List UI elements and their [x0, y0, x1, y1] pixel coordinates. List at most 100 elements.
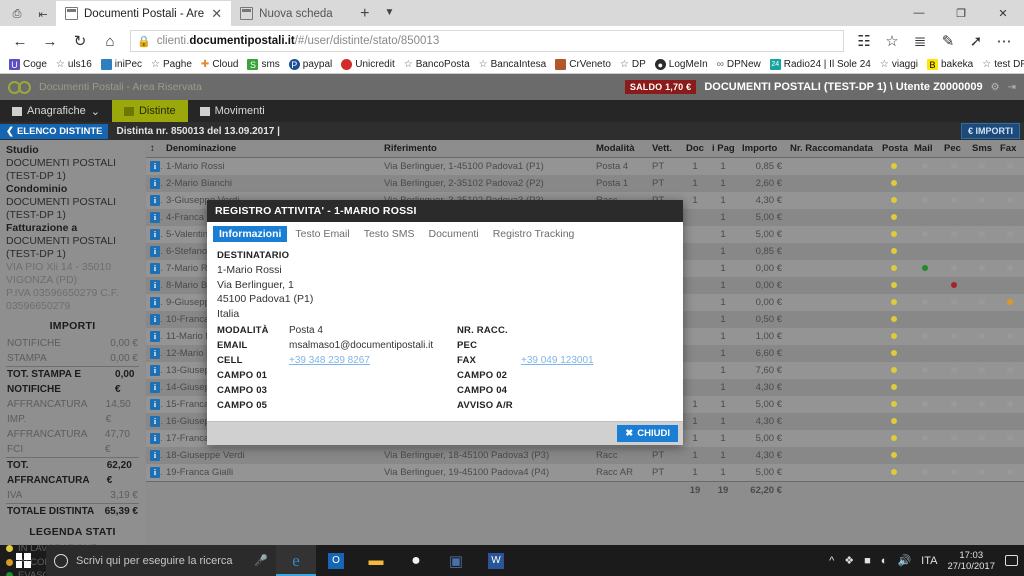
col-riferimento[interactable]: Riferimento [380, 140, 592, 158]
tab-preview-icon[interactable]: ⎙ [4, 2, 30, 26]
importi-button[interactable]: € IMPORTI [960, 122, 1020, 139]
col-denominazione[interactable]: Denominazione [162, 140, 380, 158]
bookmark-dp[interactable]: ☆ DP [617, 59, 649, 70]
taskbar-app-file-explorer[interactable]: ▬ [356, 545, 396, 576]
maximize-button[interactable]: ❐ [940, 0, 982, 26]
share-icon[interactable]: ➚ [962, 28, 990, 54]
bookmark-crveneto[interactable]: CrVeneto [552, 59, 614, 70]
volume-icon[interactable]: 🔊 [897, 554, 911, 567]
back-to-list-button[interactable]: ❮ ELENCO DISTINTE [0, 123, 109, 139]
chevron-down-icon[interactable]: ▼ [379, 0, 401, 26]
info-icon[interactable]: i [150, 348, 160, 359]
bookmark-radio24[interactable]: 24 Radio24 | Il Sole 24 [767, 59, 874, 70]
info-icon[interactable]: i [150, 195, 160, 206]
table-row[interactable]: i 1-Mario Rossi Via Berlinguer, 1-45100 Pa… [146, 157, 1024, 175]
dropbox-icon[interactable]: ❖ [844, 554, 854, 567]
bookmark-paghe[interactable]: ☆ Paghe [148, 59, 195, 70]
hub-favorites-icon[interactable]: ≣ [906, 28, 934, 54]
col-fax[interactable]: Fax [996, 140, 1024, 158]
col-ipag[interactable]: i Pag [708, 140, 738, 158]
new-tab-button[interactable]: + [351, 2, 378, 26]
info-icon[interactable]: i [150, 433, 160, 444]
col-mail[interactable]: Mail [910, 140, 940, 158]
info-icon[interactable]: i [150, 365, 160, 376]
back-icon[interactable]: ← [6, 28, 34, 54]
info-icon[interactable]: i [150, 280, 160, 291]
row-info-button[interactable]: i [146, 277, 162, 294]
tab-documenti[interactable]: Documenti [422, 226, 484, 242]
info-icon[interactable]: i [150, 314, 160, 325]
bookmark-dpnew[interactable]: ∞ DPNew [714, 59, 764, 70]
bookmark-bancaintesa[interactable]: ☆ BancaIntesa [476, 59, 550, 70]
logout-icon[interactable]: ⇥ [1008, 82, 1016, 93]
bookmark-viaggi[interactable]: ☆ viaggi [877, 59, 921, 70]
bookmark-inipec[interactable]: iniPec [98, 59, 145, 70]
taskbar-app-remote-desktop[interactable]: ▣ [436, 545, 476, 576]
row-info-button[interactable]: i [146, 396, 162, 413]
favorite-star-icon[interactable]: ☆ [878, 28, 906, 54]
row-info-button[interactable]: i [146, 413, 162, 430]
row-info-button[interactable]: i [146, 430, 162, 447]
col-nr-raccomandata[interactable]: Nr. Raccomandata [786, 140, 878, 158]
browser-tab-1[interactable]: Nuova scheda [231, 1, 351, 26]
bookmark-cloud[interactable]: ✚ Cloud [198, 59, 242, 70]
taskbar-search-input[interactable]: Scrivi qui per eseguire la ricerca 🎤 [46, 545, 276, 576]
bookmark-sms[interactable]: Ssms [244, 59, 282, 70]
row-info-button[interactable]: i [146, 447, 162, 464]
taskbar-app-word[interactable]: W [476, 545, 516, 576]
row-info-button[interactable]: i [146, 379, 162, 396]
reload-icon[interactable]: ↻ [66, 28, 94, 54]
tab-informazioni[interactable]: Informazioni [213, 226, 288, 242]
info-icon[interactable]: i [150, 416, 160, 427]
field-value-cell[interactable]: +39 348 239 8267 [289, 353, 457, 368]
row-info-button[interactable]: i [146, 311, 162, 328]
col-posta[interactable]: Posta [878, 140, 910, 158]
row-info-button[interactable]: i [146, 464, 162, 482]
browser-tab-0[interactable]: Documenti Postali - Are ✕ [56, 1, 232, 26]
row-info-button[interactable]: i [146, 345, 162, 362]
reading-view-icon[interactable]: ☷ [850, 28, 878, 54]
bookmark-bakeka[interactable]: Bbakeka [924, 59, 976, 70]
bookmark-unicredit[interactable]: Unicredit [338, 59, 397, 70]
tab-testo-email[interactable]: Testo Email [289, 226, 355, 242]
forward-icon[interactable]: → [36, 28, 64, 54]
table-row[interactable]: i 18-Giuseppe Verdi Via Berlinguer, 18-451… [146, 447, 1024, 464]
bookmark-logmein[interactable]: ● LogMeIn [652, 59, 711, 70]
row-info-button[interactable]: i [146, 328, 162, 345]
col-modalita[interactable]: Modalità [592, 140, 648, 158]
col-doc[interactable]: Doc [682, 140, 708, 158]
info-icon[interactable]: i [150, 467, 160, 478]
row-info-button[interactable]: i [146, 209, 162, 226]
table-row[interactable]: i 2-Mario Bianchi Via Berlinguer, 2-35102 … [146, 175, 1024, 192]
nav-item-anagrafiche[interactable]: Anagrafiche ⌄ [0, 100, 112, 122]
microphone-icon[interactable]: 🎤 [254, 554, 268, 567]
show-hidden-icons-icon[interactable]: ^ [829, 555, 834, 567]
table-row[interactable]: i 19-Franca Gialli Via Berlinguer, 19-4510… [146, 464, 1024, 482]
battery-icon[interactable]: ■ [864, 555, 871, 567]
close-window-button[interactable]: ✕ [982, 0, 1024, 26]
set-aside-tabs-icon[interactable]: ⇤ [30, 2, 56, 26]
col-importo[interactable]: Importo [738, 140, 786, 158]
info-icon[interactable]: i [150, 229, 160, 240]
info-icon[interactable]: i [150, 297, 160, 308]
info-icon[interactable]: i [150, 212, 160, 223]
more-options-icon[interactable]: ⋯ [990, 28, 1018, 54]
tab-registro-tracking[interactable]: Registro Tracking [487, 226, 581, 242]
address-bar[interactable]: 🔒 clienti.documentipostali.it/#/user/dis… [130, 30, 844, 52]
col-sms[interactable]: Sms [968, 140, 996, 158]
info-icon[interactable]: i [150, 178, 160, 189]
row-info-button[interactable]: i [146, 294, 162, 311]
nav-item-movimenti[interactable]: Movimenti [188, 100, 277, 122]
info-icon[interactable]: i [150, 450, 160, 461]
taskbar-app-outlook[interactable]: O [316, 545, 356, 576]
row-info-button[interactable]: i [146, 260, 162, 277]
info-icon[interactable]: i [150, 263, 160, 274]
notifications-icon[interactable] [1005, 555, 1018, 566]
taskbar-app-edge[interactable]: e [276, 545, 316, 576]
info-icon[interactable]: i [150, 161, 160, 172]
bookmark-bancoposta[interactable]: ☆ BancoPosta [401, 59, 473, 70]
settings-icon[interactable]: ⚙ [991, 82, 1000, 93]
info-icon[interactable]: i [150, 399, 160, 410]
wifi-icon[interactable]: ◐ [881, 555, 888, 567]
bookmark-uls16[interactable]: ☆ uls16 [53, 59, 95, 70]
